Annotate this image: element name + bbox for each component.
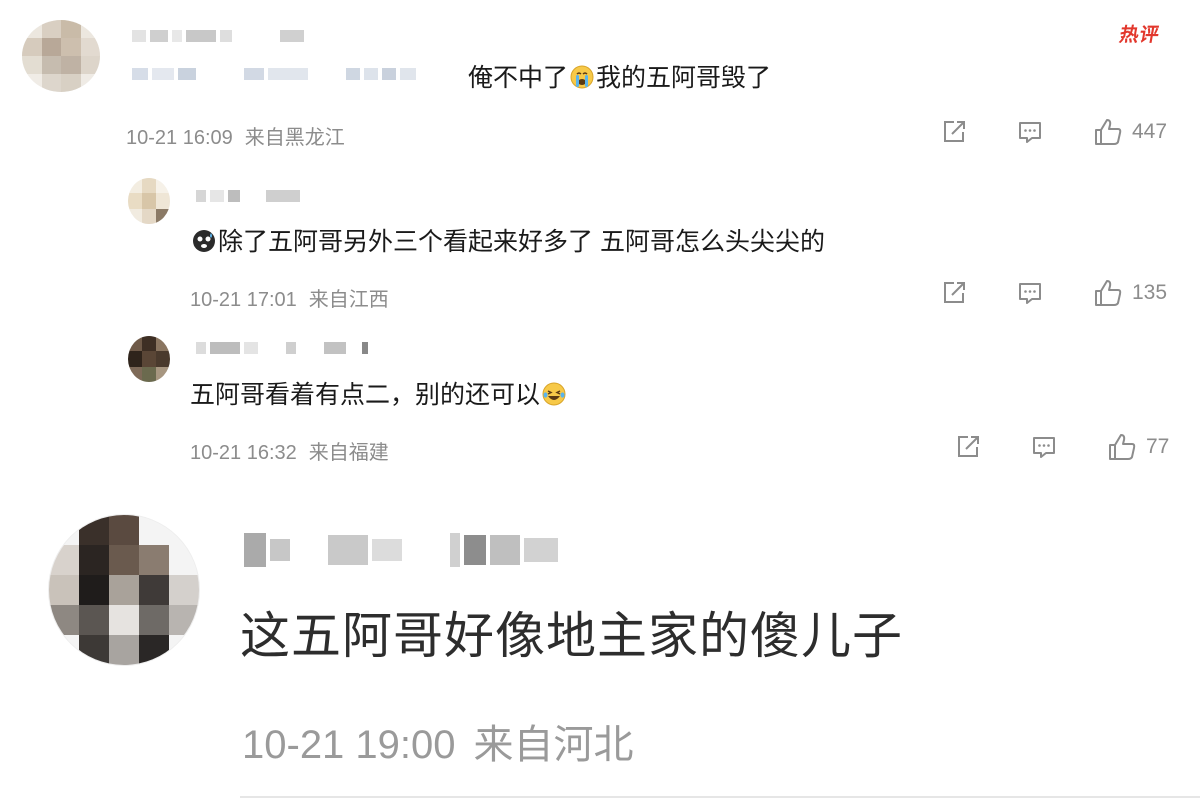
comment-meta: 10-21 17:01 来自江西	[190, 283, 389, 312]
featured-comment-meta: 10-21 19:00 来自河北	[242, 712, 634, 770]
comment-location: 来自江西	[308, 289, 389, 311]
comment-date: 10-21 16:32	[190, 442, 297, 464]
comment-text: 除了五阿哥另外三个看起来好多了 五阿哥怎么头尖尖的	[190, 222, 825, 258]
comment-meta: 10-21 16:32 来自福建	[190, 436, 389, 465]
hot-comment-badge: 热评	[1117, 25, 1162, 46]
like-icon[interactable]	[1092, 277, 1124, 309]
divider	[240, 796, 1200, 798]
like-icon[interactable]	[1106, 431, 1138, 463]
comment-actions: 77	[954, 432, 1169, 462]
share-icon[interactable]	[940, 118, 968, 146]
comment-text: 五阿哥看着有点二，别的还可以	[190, 375, 568, 411]
crying-face-icon	[570, 65, 594, 89]
like-count: 447	[1132, 120, 1168, 143]
comment-actions: 135	[940, 278, 1167, 308]
avatar[interactable]	[128, 178, 170, 224]
featured-avatar[interactable]	[48, 514, 200, 666]
cold-sweat-face-icon	[193, 230, 215, 252]
comment-date: 10-21 16:09	[126, 127, 233, 149]
featured-comment-date: 10-21 19:00	[242, 723, 456, 767]
comment-icon[interactable]	[1016, 118, 1044, 146]
comment-meta: 10-21 16:09 来自黑龙江	[126, 121, 345, 150]
blurred-username[interactable]	[196, 188, 300, 204]
like-icon[interactable]	[1092, 116, 1124, 148]
avatar[interactable]	[22, 20, 100, 92]
laughing-face-icon	[542, 382, 566, 406]
like-count: 135	[1132, 281, 1168, 304]
comment-text: 俺不中了 我的五阿哥毁了	[468, 64, 772, 92]
comment-date: 10-21 17:01	[190, 289, 297, 311]
comment-actions: 447	[940, 117, 1167, 147]
blurred-username[interactable]	[196, 340, 368, 356]
avatar[interactable]	[128, 336, 170, 382]
share-icon[interactable]	[940, 279, 968, 307]
comment-icon[interactable]	[1016, 279, 1044, 307]
featured-comment-text: 这五阿哥好像地主家的傻儿子	[240, 608, 903, 664]
blurred-username[interactable]	[132, 28, 304, 44]
comment-location: 来自福建	[308, 442, 389, 464]
comment-screenshot: 热评 俺不中了 我的五阿哥毁了 10-21 16:09 来自黑龙江 447 除了…	[0, 0, 1200, 801]
share-icon[interactable]	[954, 433, 982, 461]
featured-comment-location: 来自河北	[473, 723, 634, 767]
like-count: 77	[1146, 435, 1170, 458]
comment-icon[interactable]	[1030, 433, 1058, 461]
blurred-username[interactable]	[244, 530, 558, 570]
blurred-mention[interactable]	[132, 66, 416, 82]
comment-location: 来自黑龙江	[244, 127, 345, 149]
